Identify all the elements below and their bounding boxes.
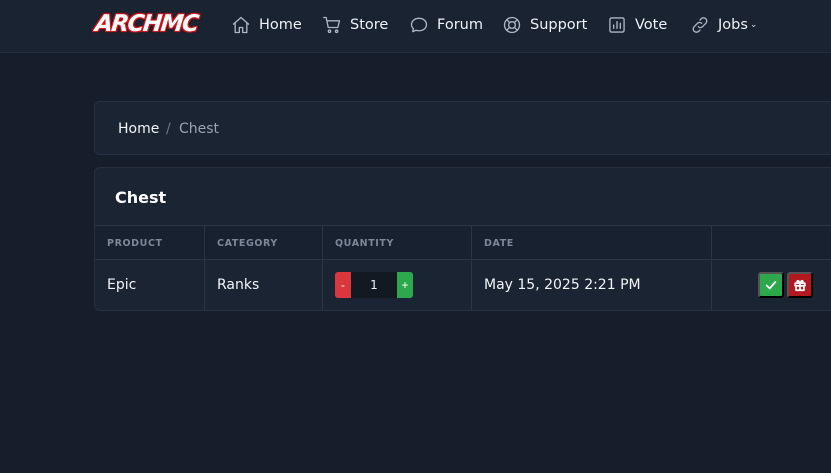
chest-panel: Chest PRODUCT CATEGORY QUANTITY DATE Epi… <box>94 167 831 311</box>
gift-button[interactable] <box>787 272 813 298</box>
nav-vote-label: Vote <box>635 17 668 33</box>
breadcrumb-home-link[interactable]: Home <box>118 121 159 137</box>
nav-forum-label: Forum <box>437 17 483 33</box>
nav-forum[interactable]: Forum <box>409 14 483 36</box>
chevron-down-icon: ⌄ <box>749 20 758 30</box>
breadcrumb-separator: / <box>166 121 171 137</box>
chest-title: Chest <box>115 188 167 207</box>
nav-jobs[interactable]: Jobs ⌄ <box>690 14 757 36</box>
table-row: Epic Ranks - 1 + May 15, 2025 2:21 PM <box>95 260 831 310</box>
quantity-input[interactable]: 1 <box>351 272 397 298</box>
chat-icon <box>410 17 428 33</box>
check-icon <box>765 281 777 290</box>
decrease-quantity-button[interactable]: - <box>335 272 351 298</box>
category-cell: Ranks <box>217 277 260 293</box>
increase-quantity-button[interactable]: + <box>397 272 413 298</box>
nav-support[interactable]: Support <box>502 14 587 36</box>
date-cell: May 15, 2025 2:21 PM <box>484 277 641 293</box>
gift-icon <box>794 279 806 292</box>
nav-home[interactable]: Home <box>231 14 302 36</box>
chart-icon <box>609 17 625 33</box>
quantity-stepper: - 1 + <box>335 272 413 298</box>
table-header: PRODUCT CATEGORY QUANTITY DATE <box>95 226 831 260</box>
breadcrumb-current: Chest <box>179 121 220 137</box>
chest-table: PRODUCT CATEGORY QUANTITY DATE Epic Rank… <box>95 225 831 310</box>
column-header-product: PRODUCT <box>107 238 163 249</box>
claim-button[interactable] <box>758 272 784 298</box>
column-header-date: DATE <box>484 238 514 249</box>
nav-store-label: Store <box>350 17 389 33</box>
top-navbar: ARCHMC Home Store Forum Support Vote Job… <box>0 0 831 53</box>
nav-vote[interactable]: Vote <box>607 14 667 36</box>
nav-support-label: Support <box>530 17 588 33</box>
lifebuoy-icon <box>503 16 521 34</box>
home-icon <box>232 16 250 34</box>
nav-store[interactable]: Store <box>322 14 388 36</box>
link-icon <box>692 17 708 33</box>
cart-icon <box>323 16 341 34</box>
nav-home-label: Home <box>259 17 302 33</box>
column-header-quantity: QUANTITY <box>335 238 394 249</box>
nav-jobs-label: Jobs <box>718 17 748 33</box>
breadcrumb: Home / Chest <box>94 101 831 155</box>
column-header-category: CATEGORY <box>217 238 278 249</box>
site-logo[interactable]: ARCHMC <box>94 11 199 39</box>
product-cell: Epic <box>107 277 137 293</box>
